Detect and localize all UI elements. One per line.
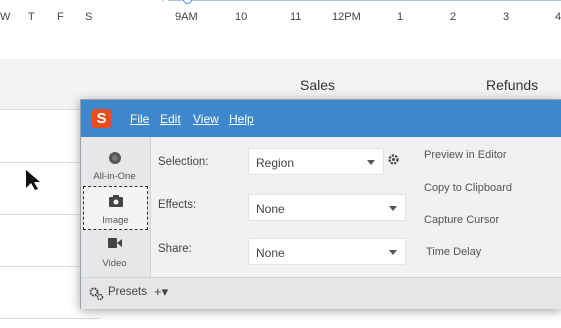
effects-dropdown[interactable]: None	[248, 194, 406, 221]
time-label: 11	[290, 11, 302, 23]
presets-bar: Presets +▾	[81, 277, 561, 309]
option-copy-to-clipboard[interactable]: Copy to Clipboard	[424, 182, 512, 194]
chevron-down-icon	[367, 160, 375, 165]
camera-icon	[109, 195, 123, 207]
mode-all-in-one[interactable]: All-in-One	[83, 143, 146, 185]
time-label: 12PM	[332, 11, 361, 23]
add-preset-button[interactable]: +▾	[154, 284, 168, 300]
snagit-logo-icon: S	[92, 109, 111, 128]
mode-label: Video	[102, 258, 127, 269]
mode-label: Image	[102, 215, 129, 226]
day-label: T	[28, 11, 35, 23]
mode-label: All-in-One	[93, 171, 136, 182]
selection-dropdown[interactable]: Region	[248, 148, 384, 175]
menu-edit[interactable]: Edit	[160, 112, 181, 126]
record-dot-icon	[109, 152, 121, 164]
chart-axis	[168, 0, 561, 6]
selection-value: Region	[256, 156, 295, 170]
option-time-delay[interactable]: Time Delay	[426, 246, 481, 258]
snagit-capture-window: S File Edit View Help All-in-One Image V…	[80, 99, 561, 309]
share-label: Share:	[158, 243, 192, 255]
effects-value: None	[256, 202, 285, 216]
chevron-down-icon	[389, 206, 397, 211]
column-header-refunds[interactable]: Refunds	[486, 77, 538, 93]
selection-label: Selection:	[158, 156, 209, 168]
mouse-cursor-icon	[26, 170, 40, 190]
option-capture-cursor[interactable]: Capture Cursor	[424, 214, 499, 226]
gear-icon[interactable]	[387, 153, 400, 166]
time-label: 2	[450, 11, 457, 23]
title-bar[interactable]: S File Edit View Help	[81, 100, 561, 137]
menu-file[interactable]: File	[130, 112, 149, 126]
mode-image[interactable]: Image	[83, 186, 148, 230]
video-camera-icon	[108, 238, 122, 248]
time-label: 4	[555, 11, 561, 23]
mode-video[interactable]: Video	[83, 230, 146, 272]
time-label: 3	[503, 11, 510, 23]
gears-icon[interactable]	[88, 286, 104, 301]
table-row-divider	[0, 318, 100, 319]
share-dropdown[interactable]: None	[248, 238, 406, 265]
capture-mode-panel: All-in-One Image Video	[81, 137, 151, 277]
time-label: 9AM	[175, 11, 198, 23]
y-axis-zero-label: $0	[160, 0, 171, 3]
column-header-sales[interactable]: Sales	[300, 77, 335, 93]
menu-help[interactable]: Help	[229, 112, 254, 126]
day-label: F	[57, 11, 64, 23]
chevron-down-icon	[389, 250, 397, 255]
time-label: 10	[235, 11, 248, 23]
menu-view[interactable]: View	[193, 112, 219, 126]
day-label: S	[85, 11, 93, 23]
effects-label: Effects:	[158, 199, 197, 211]
time-label: 1	[397, 11, 404, 23]
chart-strip: W T F S $0 9AM 10 11 12PM 1 2 3 4	[0, 0, 561, 38]
presets-button[interactable]: Presets	[108, 286, 147, 298]
share-value: None	[256, 246, 285, 260]
day-label: W	[0, 11, 11, 23]
option-preview-in-editor[interactable]: Preview in Editor	[424, 149, 507, 161]
